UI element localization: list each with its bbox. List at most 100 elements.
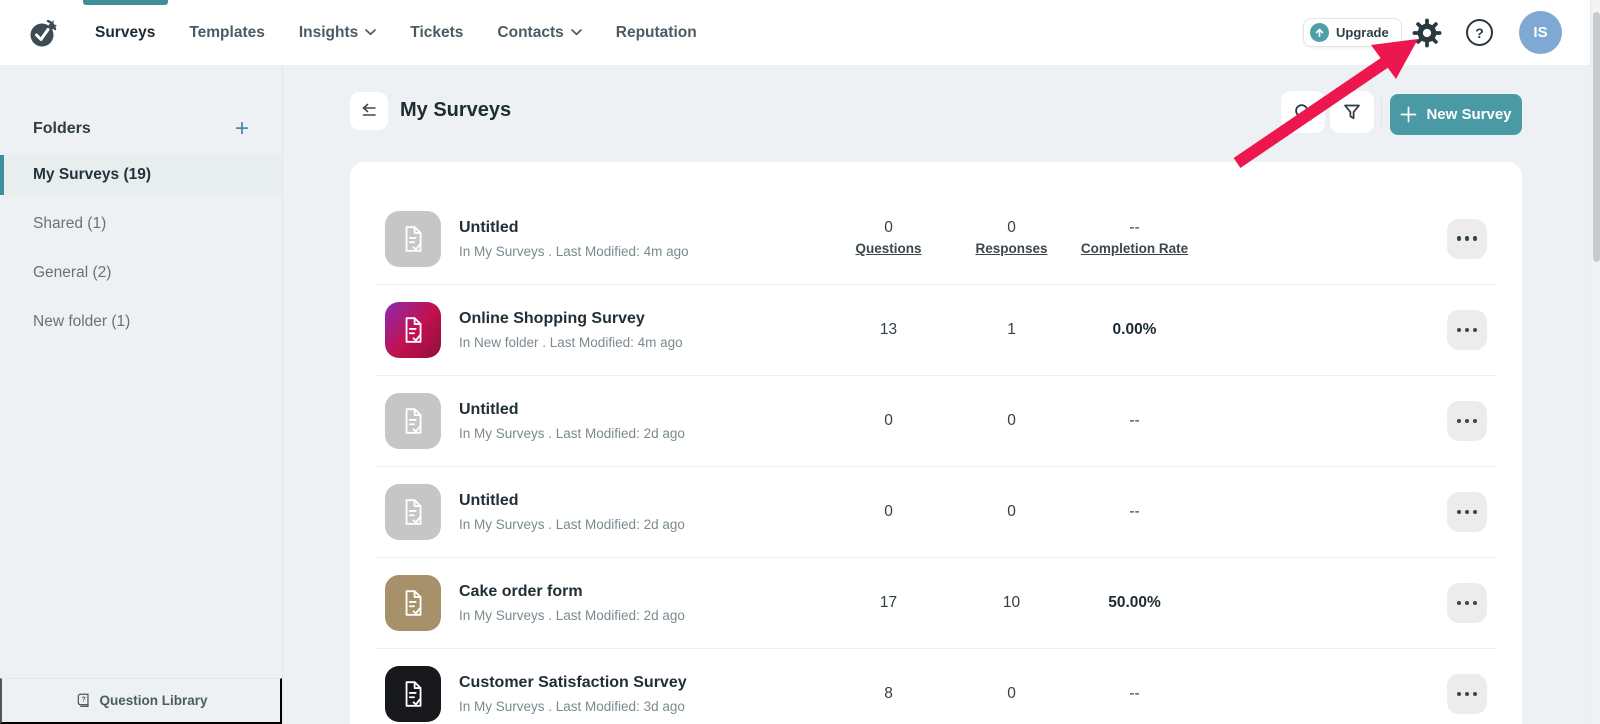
completion-rate-column-link[interactable]: Completion Rate bbox=[1081, 241, 1188, 256]
responses-value: 0 bbox=[950, 219, 1073, 237]
survey-meta: In My Surveys . Last Modified: 4m ago bbox=[459, 244, 827, 259]
survey-stats: 8 0 -- bbox=[827, 685, 1196, 703]
document-check-icon bbox=[400, 680, 426, 708]
chevron-down-icon bbox=[365, 29, 376, 36]
filter-funnel-icon bbox=[1341, 101, 1363, 123]
upgrade-label: Upgrade bbox=[1336, 25, 1389, 40]
questions-value: 0 bbox=[827, 219, 950, 237]
plus-icon bbox=[1400, 106, 1417, 123]
responses-value: 10 bbox=[950, 594, 1073, 612]
survey-row-untitled-3[interactable]: Untitled In My Surveys . Last Modified: … bbox=[375, 466, 1497, 557]
sidebar-item-label: New folder (1) bbox=[33, 313, 130, 331]
question-library-book-icon: ? bbox=[74, 692, 92, 710]
sidebar-item-general[interactable]: General (2) bbox=[0, 253, 282, 293]
row-menu-button[interactable] bbox=[1447, 583, 1487, 623]
survey-thumbnail bbox=[385, 211, 441, 267]
page-scrollbar-thumb[interactable] bbox=[1593, 12, 1600, 262]
document-check-icon bbox=[400, 225, 426, 253]
upgrade-button[interactable]: Upgrade bbox=[1303, 18, 1402, 47]
survey-thumbnail bbox=[385, 575, 441, 631]
add-folder-button[interactable]: + bbox=[235, 117, 249, 141]
question-library-label: Question Library bbox=[99, 693, 207, 708]
row-menu-button[interactable] bbox=[1447, 310, 1487, 350]
survey-row-untitled-2[interactable]: Untitled In My Surveys . Last Modified: … bbox=[375, 375, 1497, 466]
survey-row-untitled-1[interactable]: Untitled In My Surveys . Last Modified: … bbox=[375, 193, 1497, 284]
primary-nav: Surveys Templates Insights Tickets Conta… bbox=[95, 0, 697, 65]
sidebar-item-my-surveys[interactable]: My Surveys (19) bbox=[0, 155, 282, 195]
page-scrollbar-track bbox=[1590, 0, 1600, 724]
survey-stats: 0 0 -- bbox=[827, 503, 1196, 521]
survey-stats: 13 1 0.00% bbox=[827, 321, 1196, 339]
page-title: My Surveys bbox=[400, 99, 511, 122]
survey-title: Online Shopping Survey bbox=[459, 310, 827, 328]
completion-value: 0.00% bbox=[1073, 321, 1196, 339]
document-check-icon bbox=[400, 589, 426, 617]
survey-row-customer-satisfaction[interactable]: Customer Satisfaction Survey In My Surve… bbox=[375, 648, 1497, 724]
survey-thumbnail bbox=[385, 484, 441, 540]
responses-value: 0 bbox=[950, 503, 1073, 521]
row-menu-button[interactable] bbox=[1447, 674, 1487, 714]
filter-button[interactable] bbox=[1330, 91, 1374, 133]
surveys-list-card: Untitled In My Surveys . Last Modified: … bbox=[350, 162, 1522, 724]
survey-meta: In My Surveys . Last Modified: 2d ago bbox=[459, 426, 827, 441]
top-navbar: Surveys Templates Insights Tickets Conta… bbox=[0, 0, 1600, 65]
survey-stats: 17 10 50.00% bbox=[827, 594, 1196, 612]
svg-text:?: ? bbox=[82, 694, 86, 703]
nav-label: Reputation bbox=[616, 24, 697, 42]
nav-item-tickets[interactable]: Tickets bbox=[410, 24, 463, 42]
questions-value: 0 bbox=[827, 503, 950, 521]
nav-label: Templates bbox=[189, 24, 265, 42]
header-divider bbox=[1381, 98, 1382, 126]
new-survey-button[interactable]: New Survey bbox=[1390, 94, 1522, 135]
nav-item-templates[interactable]: Templates bbox=[189, 24, 265, 42]
avatar-initials: IS bbox=[1533, 24, 1547, 41]
nav-label: Contacts bbox=[497, 24, 563, 42]
sidebar-item-new-folder[interactable]: New folder (1) bbox=[0, 302, 282, 342]
user-avatar[interactable]: IS bbox=[1519, 11, 1562, 54]
folders-title: Folders bbox=[33, 120, 91, 138]
nav-item-reputation[interactable]: Reputation bbox=[616, 24, 697, 42]
brand-logo[interactable] bbox=[27, 16, 61, 50]
nav-item-insights[interactable]: Insights bbox=[299, 24, 376, 42]
completion-value: -- bbox=[1073, 503, 1196, 521]
questions-value: 13 bbox=[827, 321, 950, 339]
sidebar-item-label: General (2) bbox=[33, 264, 111, 282]
search-icon bbox=[1292, 101, 1314, 123]
collapse-sidebar-button[interactable] bbox=[350, 92, 388, 130]
help-button[interactable]: ? bbox=[1466, 19, 1493, 46]
question-library-button[interactable]: ? Question Library bbox=[0, 678, 282, 724]
row-menu-button[interactable] bbox=[1447, 492, 1487, 532]
settings-gear-button[interactable] bbox=[1411, 17, 1443, 49]
survey-stats: 0 0 -- bbox=[827, 412, 1196, 430]
row-menu-button[interactable] bbox=[1447, 401, 1487, 441]
new-survey-label: New Survey bbox=[1426, 106, 1511, 123]
responses-value: 1 bbox=[950, 321, 1073, 339]
sidebar-item-label: My Surveys (19) bbox=[33, 166, 151, 184]
folders-sidebar: Folders + My Surveys (19) Shared (1) Gen… bbox=[0, 65, 283, 724]
completion-value: 50.00% bbox=[1073, 594, 1196, 612]
survey-row-online-shopping[interactable]: Online Shopping Survey In New folder . L… bbox=[375, 284, 1497, 375]
gear-icon bbox=[1411, 17, 1443, 49]
survey-title: Untitled bbox=[459, 492, 827, 510]
survey-meta: In My Surveys . Last Modified: 2d ago bbox=[459, 517, 827, 532]
sidebar-item-label: Shared (1) bbox=[33, 215, 106, 233]
survey-thumbnail bbox=[385, 302, 441, 358]
responses-value: 0 bbox=[950, 685, 1073, 703]
search-button[interactable] bbox=[1281, 91, 1325, 133]
survey-meta: In New folder . Last Modified: 4m ago bbox=[459, 335, 827, 350]
upgrade-arrow-icon bbox=[1310, 23, 1329, 42]
sidebar-item-shared[interactable]: Shared (1) bbox=[0, 204, 282, 244]
survey-title: Customer Satisfaction Survey bbox=[459, 674, 827, 692]
nav-item-contacts[interactable]: Contacts bbox=[497, 24, 581, 42]
completion-value: -- bbox=[1073, 685, 1196, 703]
completion-value: -- bbox=[1073, 219, 1196, 237]
row-menu-button[interactable] bbox=[1447, 219, 1487, 259]
survey-thumbnail bbox=[385, 393, 441, 449]
responses-column-link[interactable]: Responses bbox=[975, 241, 1047, 256]
questions-column-link[interactable]: Questions bbox=[855, 241, 921, 256]
chevron-down-icon bbox=[571, 29, 582, 36]
nav-item-surveys[interactable]: Surveys bbox=[95, 24, 155, 42]
questions-value: 17 bbox=[827, 594, 950, 612]
survey-title: Cake order form bbox=[459, 583, 827, 601]
survey-row-cake-order-form[interactable]: Cake order form In My Surveys . Last Mod… bbox=[375, 557, 1497, 648]
